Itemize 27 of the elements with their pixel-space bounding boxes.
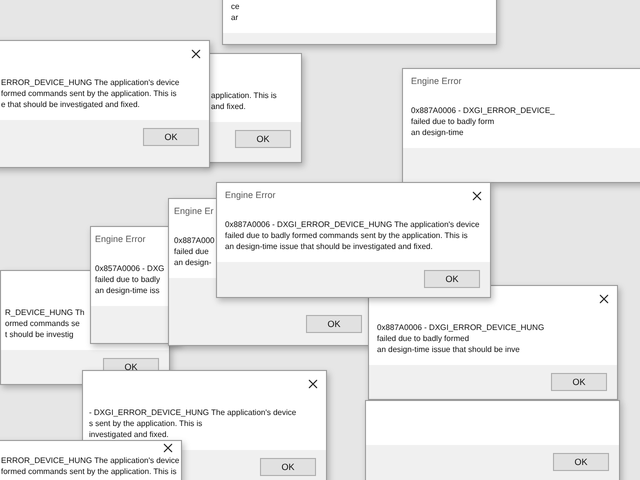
- ok-button[interactable]: OK: [553, 453, 609, 471]
- error-message: R_DEVICE_HUNG Th ormed commands se t should be investig: [5, 307, 84, 340]
- window-title: Engine Error: [225, 190, 276, 200]
- close-icon[interactable]: [599, 294, 609, 304]
- error-message: 0x887A0006 - DXGI_ERROR_DEVICE_HUNG failed due to badly formed an design-time issue that should be inve: [377, 322, 544, 355]
- error-message: 0x887A0006 - DXGI_ERROR_DEVICE_ failed due to badly form an design-time: [411, 105, 555, 138]
- error-message: ERROR_DEVICE_HUNG The application's device formed commands sent by the application. This is: [1, 455, 180, 477]
- error-message: - DXGI_ERROR_DEVICE_HUNG The application's device s sent by the application. This is investigated and fixed.: [89, 407, 296, 440]
- error-message: ce ar: [231, 1, 240, 23]
- window-title: Engine Error: [95, 234, 146, 244]
- close-icon[interactable]: [472, 191, 482, 201]
- window-title: Engine Er: [174, 206, 214, 216]
- close-icon[interactable]: [163, 443, 173, 453]
- ok-button[interactable]: OK: [306, 315, 362, 333]
- error-message: ERROR_DEVICE_HUNG The application's device formed commands sent by the application. This is e that should be investigated and fixed.: [1, 77, 180, 110]
- close-icon[interactable]: [191, 49, 201, 59]
- close-icon[interactable]: [308, 379, 318, 389]
- ok-button[interactable]: OK: [235, 130, 291, 148]
- ok-button[interactable]: OK: [424, 270, 480, 288]
- ok-button[interactable]: OK: [551, 373, 607, 391]
- ok-button[interactable]: OK: [260, 458, 316, 476]
- error-message: application. This is and fixed.: [211, 90, 277, 112]
- window-title: Engine Error: [411, 76, 462, 86]
- ok-button[interactable]: OK: [143, 128, 199, 146]
- error-message: 0x887A0006 - DXGI_ERROR_DEVICE_HUNG The application's device failed due to badly formed commands sent by the application. This is an design-time issue that should be investigated and fixed.: [225, 219, 480, 252]
- error-message: 0x887A000 failed due an design-: [174, 235, 214, 268]
- error-message: 0x857A0006 - DXG failed due to badly an design-time iss: [95, 263, 164, 296]
